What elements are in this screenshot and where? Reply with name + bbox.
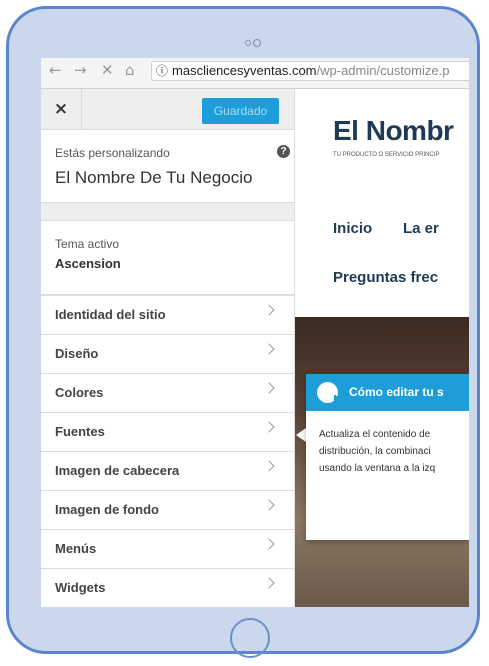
chevron-right-icon <box>263 460 275 472</box>
site-tagline: TU PRODUCTO O SERVICIO PRINCIP <box>333 152 440 158</box>
chevron-right-icon <box>263 343 275 355</box>
customizer-menu: Identidad del sitio Diseño Colores Fuent… <box>41 295 294 607</box>
menu-item-background-image[interactable]: Imagen de fondo <box>41 491 294 530</box>
menu-item-label: Diseño <box>55 346 99 361</box>
url-path: /wp-admin/customize.p <box>316 63 450 78</box>
menu-item-colors[interactable]: Colores <box>41 374 294 413</box>
menu-item-menus[interactable]: Menús <box>41 530 294 569</box>
menu-item-label: Widgets <box>55 580 106 595</box>
menu-item-fonts[interactable]: Fuentes <box>41 413 294 452</box>
forward-icon[interactable]: → <box>74 62 87 78</box>
menu-item-label: Menús <box>55 541 97 556</box>
chevron-right-icon <box>263 577 275 589</box>
flag-icon <box>317 382 343 406</box>
chevron-right-icon <box>263 421 275 433</box>
menu-item-design[interactable]: Diseño <box>41 335 294 374</box>
theme-label: Tema activo <box>55 237 120 251</box>
tooltip-title: Cómo editar tu s <box>349 385 444 399</box>
browser-toolbar: ← → ✕ ⌂ ⓘ mascliencesyventas.com/wp-admin… <box>41 58 469 89</box>
chevron-right-icon <box>263 538 275 550</box>
tooltip-header: Cómo editar tu s <box>306 374 469 411</box>
menu-item-label: Imagen de fondo <box>55 502 159 517</box>
chevron-right-icon <box>263 304 275 316</box>
url-host: mascliencesyventas.com <box>172 63 317 78</box>
close-button[interactable]: × <box>41 89 82 129</box>
chevron-right-icon <box>263 382 275 394</box>
active-theme[interactable]: Tema activo Ascension <box>41 220 294 295</box>
tooltip-arrow <box>296 428 306 442</box>
theme-name: Ascension <box>55 256 121 271</box>
site-brand[interactable]: El Nombr <box>333 115 454 147</box>
tablet-screen: ← → ✕ ⌂ ⓘ mascliencesyventas.com/wp-admin… <box>41 58 469 607</box>
nav-link-second[interactable]: La er <box>403 220 439 237</box>
tooltip-body: Actualiza el contenido de distribución, … <box>319 426 469 477</box>
menu-item-label: Fuentes <box>55 424 105 439</box>
menu-item-label: Identidad del sitio <box>55 307 166 322</box>
menu-item-site-identity[interactable]: Identidad del sitio <box>41 296 294 335</box>
tooltip-line: usando la ventana a la izq <box>319 463 436 474</box>
tooltip-line: Actualiza el contenido de <box>319 429 431 440</box>
menu-item-label: Colores <box>55 385 104 400</box>
home-button[interactable] <box>230 618 270 658</box>
camera-icon <box>245 40 251 46</box>
url-field[interactable]: ⓘ mascliencesyventas.com/wp-admin/customi… <box>151 61 469 81</box>
tooltip-line: distribución, la combinaci <box>319 446 431 457</box>
menu-item-header-image[interactable]: Imagen de cabecera <box>41 452 294 491</box>
camera-lens-icon <box>253 39 261 47</box>
save-button[interactable]: Guardado <box>202 98 279 124</box>
home-icon[interactable]: ⌂ <box>125 62 135 78</box>
panel-header: × Guardado <box>41 89 294 130</box>
customizing-label: Estás personalizando <box>55 146 170 160</box>
stop-icon[interactable]: ✕ <box>101 62 114 78</box>
nav-link-home[interactable]: Inicio <box>333 220 372 237</box>
back-icon[interactable]: ← <box>49 62 62 78</box>
chevron-right-icon <box>263 499 275 511</box>
customizing-info: Estás personalizando ? El Nombre De Tu N… <box>41 130 294 203</box>
nav-link-faq[interactable]: Preguntas frec <box>333 269 438 286</box>
site-name: El Nombre De Tu Negocio <box>55 168 253 187</box>
help-tooltip: Cómo editar tu s Actualiza el contenido … <box>306 374 469 540</box>
customizer-panel: × Guardado Estás personalizando ? El Nom… <box>41 89 295 607</box>
help-icon[interactable]: ? <box>277 145 290 158</box>
flag-banner <box>335 396 343 403</box>
menu-item-label: Imagen de cabecera <box>55 463 180 478</box>
menu-item-widgets[interactable]: Widgets <box>41 569 294 607</box>
info-icon[interactable]: ⓘ <box>156 62 168 80</box>
